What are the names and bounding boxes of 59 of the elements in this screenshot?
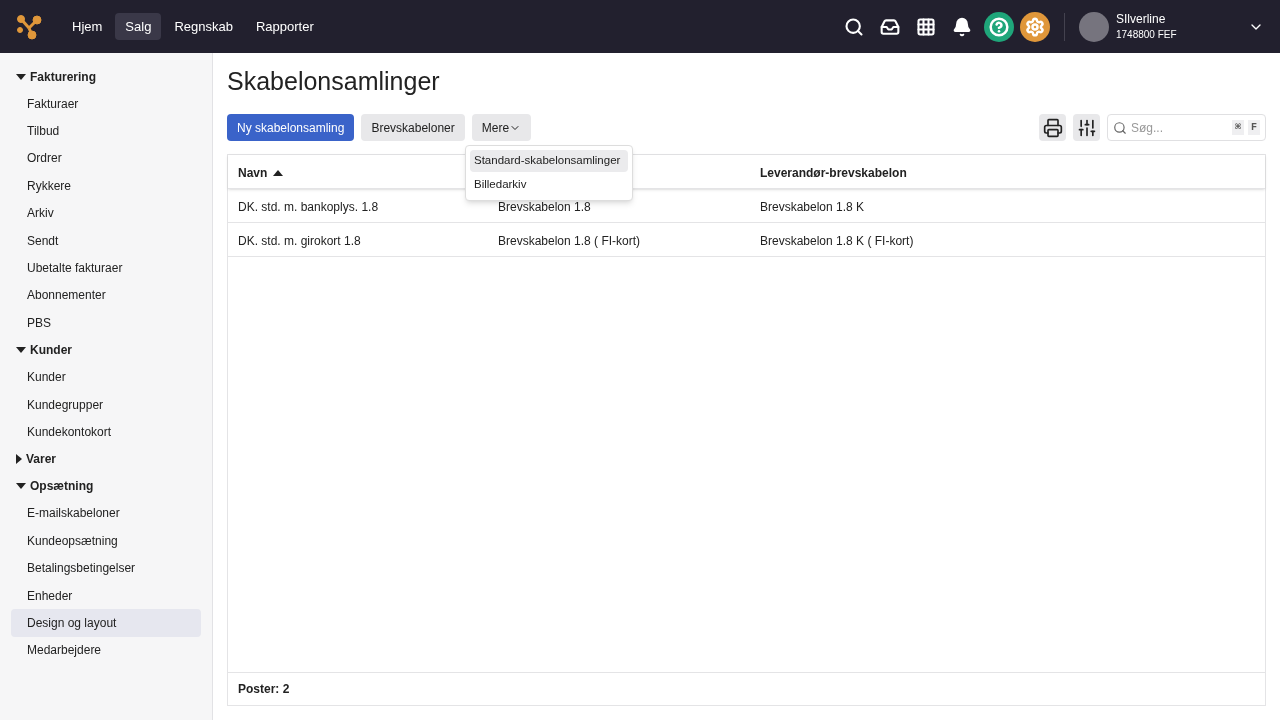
sidebar-item[interactable]: Ordrer bbox=[11, 144, 201, 173]
help-icon[interactable] bbox=[984, 11, 1014, 42]
sidebar-item[interactable]: Ubetalte fakturaer bbox=[11, 254, 201, 282]
toolbar-button[interactable]: Ny skabelonsamling bbox=[227, 114, 355, 141]
account-number: 1748800 FEF bbox=[1116, 27, 1178, 42]
table-cell: DK. std. m. bankoplys. 1.8 bbox=[238, 199, 379, 214]
sidebar-item[interactable]: Kundeopsætning bbox=[11, 527, 201, 555]
sidebar-item[interactable]: Fakturaer bbox=[11, 90, 201, 118]
table-cell: Brevskabelon 1.8 K ( FI-kort) bbox=[760, 233, 914, 248]
nav-tab[interactable]: Rapporter bbox=[245, 13, 324, 40]
sidebar-item[interactable]: Tilbud bbox=[11, 117, 201, 145]
nav-tab[interactable]: Salg bbox=[115, 13, 162, 40]
menu-item[interactable]: Standard-skabelonsamlinger bbox=[470, 150, 628, 172]
filter-button[interactable] bbox=[1073, 114, 1100, 141]
sidebar-item[interactable]: Rykkere bbox=[11, 172, 201, 200]
nav-tab[interactable]: Hjem bbox=[62, 13, 113, 40]
search-icon bbox=[1113, 120, 1127, 135]
toolbar-button[interactable]: Brevskabeloner bbox=[361, 114, 465, 141]
table-cell: Brevskabelon 1.8 bbox=[498, 199, 591, 214]
page-title: Skabelonsamlinger bbox=[227, 66, 441, 97]
inbox-icon[interactable] bbox=[880, 16, 900, 37]
sidebar-item[interactable]: Medarbejdere bbox=[11, 636, 201, 665]
sidebar-item[interactable]: Enheder bbox=[11, 581, 201, 610]
grid-icon[interactable] bbox=[916, 16, 936, 37]
table-cell: DK. std. m. girokort 1.8 bbox=[238, 233, 361, 248]
section-header[interactable]: Fakturering bbox=[11, 63, 96, 90]
sidebar-item[interactable]: Design og layout bbox=[11, 609, 201, 637]
shortcut-key: ⌘ bbox=[1231, 120, 1244, 135]
print-button[interactable] bbox=[1039, 114, 1066, 141]
sidebar-item[interactable]: PBS bbox=[11, 309, 201, 337]
section-header[interactable]: Opsætning bbox=[11, 472, 94, 500]
sidebar-item[interactable]: E-mailskabeloner bbox=[11, 499, 201, 528]
logo-icon[interactable] bbox=[16, 13, 42, 40]
sidebar-item[interactable]: Betalingsbetingelser bbox=[11, 554, 201, 582]
column-header[interactable]: Leverandør-brevskabelon bbox=[760, 163, 907, 182]
sidebar-item[interactable]: Kundegrupper bbox=[11, 390, 201, 419]
sidebar-item[interactable]: Kundekontokort bbox=[11, 418, 201, 446]
record-count: Poster: 2 bbox=[238, 681, 290, 698]
nav-tab[interactable]: Regnskab bbox=[164, 13, 243, 40]
table-cell: Brevskabelon 1.8 ( FI-kort) bbox=[498, 233, 641, 248]
shortcut-key: F bbox=[1248, 120, 1260, 135]
search-field[interactable]: Søg... ⌘ F bbox=[1107, 114, 1266, 141]
table-cell: Brevskabelon 1.8 K bbox=[760, 199, 865, 214]
sort-icon bbox=[273, 169, 284, 176]
user-name: SIlverline bbox=[1116, 10, 1167, 27]
sidebar-item[interactable]: Arkiv bbox=[11, 199, 201, 227]
dropdown-button[interactable]: Mere bbox=[471, 114, 532, 141]
sidebar-item[interactable]: Sendt bbox=[11, 226, 201, 255]
sidebar-item[interactable]: Kunder bbox=[11, 363, 201, 391]
sidebar-item[interactable]: Abonnementer bbox=[11, 281, 201, 310]
bell-icon[interactable] bbox=[952, 16, 972, 37]
column-header[interactable]: Navn bbox=[238, 163, 284, 182]
section-header[interactable]: Varer bbox=[11, 445, 57, 473]
avatar-icon[interactable] bbox=[1079, 11, 1109, 42]
search-icon[interactable] bbox=[844, 16, 864, 37]
section-header[interactable]: Kunder bbox=[11, 336, 72, 364]
search-input[interactable]: Søg... bbox=[1131, 118, 1228, 137]
menu-item[interactable]: Billedarkiv bbox=[470, 174, 628, 196]
settings-icon[interactable] bbox=[1020, 11, 1050, 42]
